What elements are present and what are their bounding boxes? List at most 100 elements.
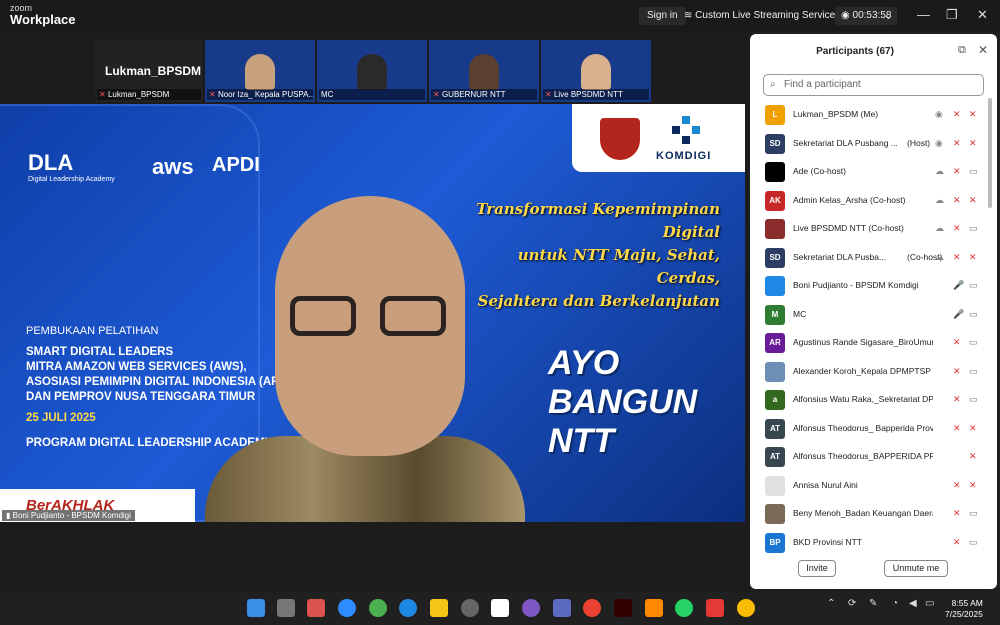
video-icon: ✕ <box>969 194 977 205</box>
participants-panel: Participants (67) ⧉ ✕ ⌕ Find a participa… <box>750 34 997 589</box>
participant-row[interactable]: BP BKD Provinsi NTT ✕ ▭ <box>763 528 985 557</box>
edge-icon[interactable] <box>399 599 417 617</box>
status-icon: ☁ <box>935 251 944 262</box>
system-clock[interactable]: 8:55 AM 7/25/2025 <box>945 598 983 620</box>
thumbnail-name: ✕ Lukman_BPSDM <box>97 89 201 100</box>
thumbnail-name: ✕ GUBERNUR NTT <box>431 89 537 100</box>
mic-icon: 🎤 <box>953 280 965 290</box>
title-bar: zoom Workplace Sign in ≋ Custom Live Str… <box>0 0 1000 32</box>
search-placeholder: Find a participant <box>784 79 861 90</box>
app-icon[interactable] <box>553 599 571 617</box>
thumbnail-video[interactable]: ✕ Noor Iza_ Kepala PUSPA... <box>205 40 315 102</box>
video-icon: ▭ <box>969 166 978 176</box>
video-icon: ▭ <box>969 308 978 319</box>
thumbnail-name-text: Noor Iza_ Kepala PUSPA... <box>217 90 313 99</box>
participant-row[interactable]: Boni Pudjianto - BPSDM Komdigi 🎤 ▭ <box>763 271 985 300</box>
capcut-icon[interactable] <box>491 599 509 617</box>
participant-row[interactable]: AT Alfonsus Theodorus_ Bapperida Prov ...… <box>763 414 985 443</box>
mic-icon: ✕ <box>953 365 961 376</box>
avatar: SD <box>765 133 785 154</box>
chevron-down-icon[interactable]: ⌄ <box>883 6 894 24</box>
browser-icon[interactable] <box>369 599 387 617</box>
participant-name: Agustinus Rande Sigasare_BiroUmum <box>793 337 933 347</box>
participant-row[interactable]: Beny Menoh_Badan Keuangan Daera... ✕ ▭ <box>763 499 985 528</box>
thumbnail-video[interactable]: MC <box>317 40 427 102</box>
app-icon[interactable] <box>461 599 479 617</box>
participant-row[interactable]: Live BPSDMD NTT (Co-host) ☁ ✕ ▭ <box>763 214 985 243</box>
volume-icon[interactable]: ◀ <box>909 598 917 609</box>
mic-muted-icon: ✕ <box>99 90 108 99</box>
battery-icon[interactable]: ▭ <box>925 598 934 609</box>
status-icon: ◉ <box>935 137 943 148</box>
unmute-me-button[interactable]: Unmute me <box>884 560 948 577</box>
sign-in-button[interactable]: Sign in <box>639 7 686 25</box>
apdi-logo: APDI <box>212 154 260 176</box>
participant-search-input[interactable]: ⌕ Find a participant <box>763 74 984 96</box>
participant-name: Alfonsus Theodorus_ Bapperida Prov ... <box>793 422 933 433</box>
participant-name: BKD Provinsi NTT <box>793 536 862 547</box>
pop-out-icon[interactable]: ⧉ <box>958 44 966 57</box>
illustrator-icon[interactable] <box>614 599 632 617</box>
chrome-icon[interactable] <box>737 599 755 617</box>
stream-label: Custom Live Streaming Service <box>695 10 836 21</box>
thumbnail-video[interactable]: Lukman_BPSDM ✕ Lukman_BPSDM <box>95 40 203 102</box>
mic-icon: ✕ <box>953 479 961 490</box>
participant-row[interactable]: AK Admin Kelas_Arsha (Co-host) ☁ ✕ ✕ <box>763 186 985 215</box>
active-speaker-video[interactable]: DLA Digital Leadership Academy aws APDI … <box>0 104 745 522</box>
app-icon[interactable] <box>307 599 325 617</box>
thumbnail-video[interactable]: ✕ Live BPSDMD NTT <box>541 40 651 102</box>
chrome-icon[interactable] <box>583 599 601 617</box>
canva-icon[interactable] <box>522 599 540 617</box>
mic-icon: ✕ <box>953 422 961 433</box>
invite-button[interactable]: Invite <box>798 560 836 577</box>
speaker-glasses <box>290 296 450 336</box>
task-view-icon[interactable] <box>277 599 295 617</box>
file-explorer-icon[interactable] <box>430 599 448 617</box>
participant-name: Ade (Co-host) <box>793 166 846 176</box>
participant-row[interactable]: SD Sekretariat DLA Pusbang ... (Host) ◉ ✕ ✕ <box>763 129 985 158</box>
live-stream-menu[interactable]: ≋ Custom Live Streaming Service ⌄ <box>684 7 846 25</box>
video-icon: ▭ <box>969 394 978 404</box>
mic-muted-icon: ✕ <box>433 90 442 99</box>
panel-title: Participants (67) <box>816 46 894 57</box>
participant-row[interactable]: Ade (Co-host) ☁ ✕ ▭ <box>763 157 985 186</box>
participant-row[interactable]: AR Agustinus Rande Sigasare_BiroUmum ✕ ▭ <box>763 328 985 357</box>
minimize-icon[interactable]: — <box>917 6 930 24</box>
avatar <box>765 475 785 496</box>
avatar: SD <box>765 247 785 268</box>
restore-icon[interactable]: ❐ <box>946 6 958 24</box>
app-icon[interactable] <box>706 599 724 617</box>
ayo-bangun-ntt-logo: AYO BANGUN NTT <box>548 344 698 460</box>
participant-row[interactable]: Annisa Nurul Aini ✕ ✕ <box>763 471 985 500</box>
vlc-icon[interactable] <box>645 599 663 617</box>
whatsapp-icon[interactable] <box>675 599 693 617</box>
participant-row[interactable]: AT Alfonsus Theodorus_BAPPERIDA PROV N...… <box>763 442 985 471</box>
participant-row[interactable]: L Lukman_BPSDM (Me) ◉ ✕ ✕ <box>763 100 985 129</box>
participant-row[interactable]: M MC 🎤 ▭ <box>763 300 985 329</box>
video-icon: ✕ <box>969 251 977 262</box>
wifi-icon[interactable]: ◔ <box>892 598 898 609</box>
chevron-up-icon[interactable]: ⌃ <box>827 598 835 609</box>
scrollbar[interactable] <box>988 98 992 208</box>
video-icon: ▭ <box>969 508 978 518</box>
participant-row[interactable]: a Alfonsius Watu Raka,_Sekretariat DPR...… <box>763 385 985 414</box>
participant-row[interactable]: Alexander Koroh_Kepala DPMPTSP ✕ ▭ <box>763 357 985 386</box>
zoom-icon[interactable] <box>338 599 356 617</box>
thumbnail-name-text: Live BPSDMD NTT <box>553 90 623 99</box>
dla-logo-text: DLA <box>28 150 74 175</box>
mic-icon: ✕ <box>953 223 961 233</box>
clock-date: 7/25/2025 <box>945 609 983 619</box>
participant-row[interactable]: SD Sekretariat DLA Pusba... (Co-host) ☁ ✕ ✕ <box>763 243 985 272</box>
sync-icon[interactable]: ⟳ <box>848 598 856 609</box>
participant-name: Annisa Nurul Aini <box>793 479 858 490</box>
close-icon[interactable]: ✕ <box>977 6 988 24</box>
signal-icon: ▮ <box>6 511 13 520</box>
search-icon: ⌕ <box>770 79 776 90</box>
close-panel-icon[interactable]: ✕ <box>978 43 988 57</box>
avatar: a <box>765 390 785 410</box>
participant-name: Beny Menoh_Badan Keuangan Daera... <box>793 508 933 518</box>
thumbnail-video[interactable]: ✕ GUBERNUR NTT <box>429 40 539 102</box>
start-icon[interactable] <box>247 599 265 617</box>
pen-icon[interactable]: ✎ <box>869 598 877 609</box>
mic-icon: ✕ <box>953 251 961 262</box>
